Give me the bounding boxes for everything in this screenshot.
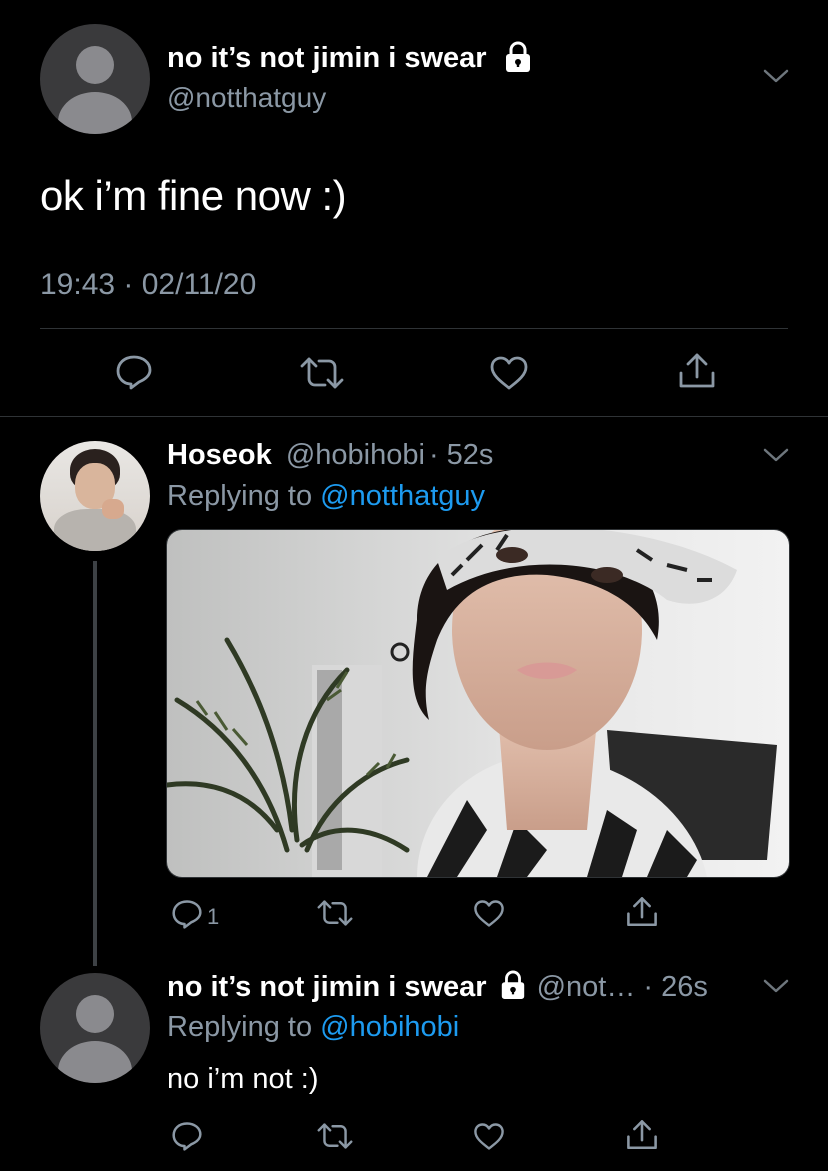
avatar-head xyxy=(76,46,114,84)
like-icon[interactable] xyxy=(473,1122,505,1151)
avatar[interactable] xyxy=(40,24,150,134)
reply-action[interactable]: 1 xyxy=(171,898,219,930)
display-name[interactable]: no it’s not jimin i swear xyxy=(167,971,487,1004)
lock-icon xyxy=(499,970,527,1005)
reply-author-row: no it’s not jimin i swear @not… · 26s xyxy=(167,970,708,1005)
reply-count: 1 xyxy=(207,904,220,929)
handle-time[interactable]: @not… · 26s xyxy=(537,971,708,1004)
divider xyxy=(40,328,788,329)
photo-illustration xyxy=(167,530,789,877)
replying-to: Replying to @notthatguy xyxy=(167,480,485,513)
display-name[interactable]: Hoseok xyxy=(167,439,272,471)
share-icon[interactable] xyxy=(677,351,717,391)
replying-prefix: Replying to xyxy=(167,1011,321,1043)
reply-icon[interactable] xyxy=(115,354,153,390)
retweet-icon[interactable] xyxy=(316,900,354,926)
avatar-body xyxy=(58,1041,132,1083)
share-icon[interactable] xyxy=(625,1118,659,1152)
avatar-head xyxy=(76,995,114,1033)
avatar-body xyxy=(58,92,132,134)
avatar[interactable] xyxy=(40,441,150,551)
tweet-media-photo[interactable] xyxy=(166,529,790,878)
avatar-hand xyxy=(102,499,124,519)
handle[interactable]: @hobihobi xyxy=(286,439,425,471)
reply-icon xyxy=(172,900,202,929)
divider xyxy=(0,416,828,417)
reply-icon[interactable] xyxy=(171,1121,203,1151)
avatar[interactable] xyxy=(40,973,150,1083)
tweet-text: no i’m not :) xyxy=(167,1063,319,1095)
replying-to: Replying to @hobihobi xyxy=(167,1011,459,1044)
replying-to-link[interactable]: @notthatguy xyxy=(320,480,485,512)
avatar-shirt xyxy=(54,509,136,551)
replying-to-link[interactable]: @hobihobi xyxy=(320,1011,459,1043)
like-icon[interactable] xyxy=(489,355,529,391)
chevron-down-icon[interactable] xyxy=(763,68,789,84)
retweet-icon[interactable] xyxy=(316,1123,354,1149)
like-icon[interactable] xyxy=(473,899,505,928)
chevron-down-icon[interactable] xyxy=(763,447,789,463)
retweet-icon[interactable] xyxy=(299,357,345,389)
chevron-down-icon[interactable] xyxy=(763,978,789,994)
share-icon[interactable] xyxy=(625,895,659,929)
tweet-text: ok i’m fine now :) xyxy=(40,172,347,219)
timestamp[interactable]: 19:43 · 02/11/20 xyxy=(40,268,256,302)
main-author-row: no it’s not jimin i swear xyxy=(167,41,533,78)
lock-icon xyxy=(503,41,533,78)
relative-time[interactable]: · 52s xyxy=(429,439,493,471)
thread-line xyxy=(93,561,97,966)
replying-prefix: Replying to xyxy=(167,480,321,512)
handle[interactable]: @notthatguy xyxy=(167,82,326,114)
display-name[interactable]: no it’s not jimin i swear xyxy=(167,42,487,74)
reply-author-row: Hoseok @hobihobi · 52s xyxy=(167,439,493,472)
